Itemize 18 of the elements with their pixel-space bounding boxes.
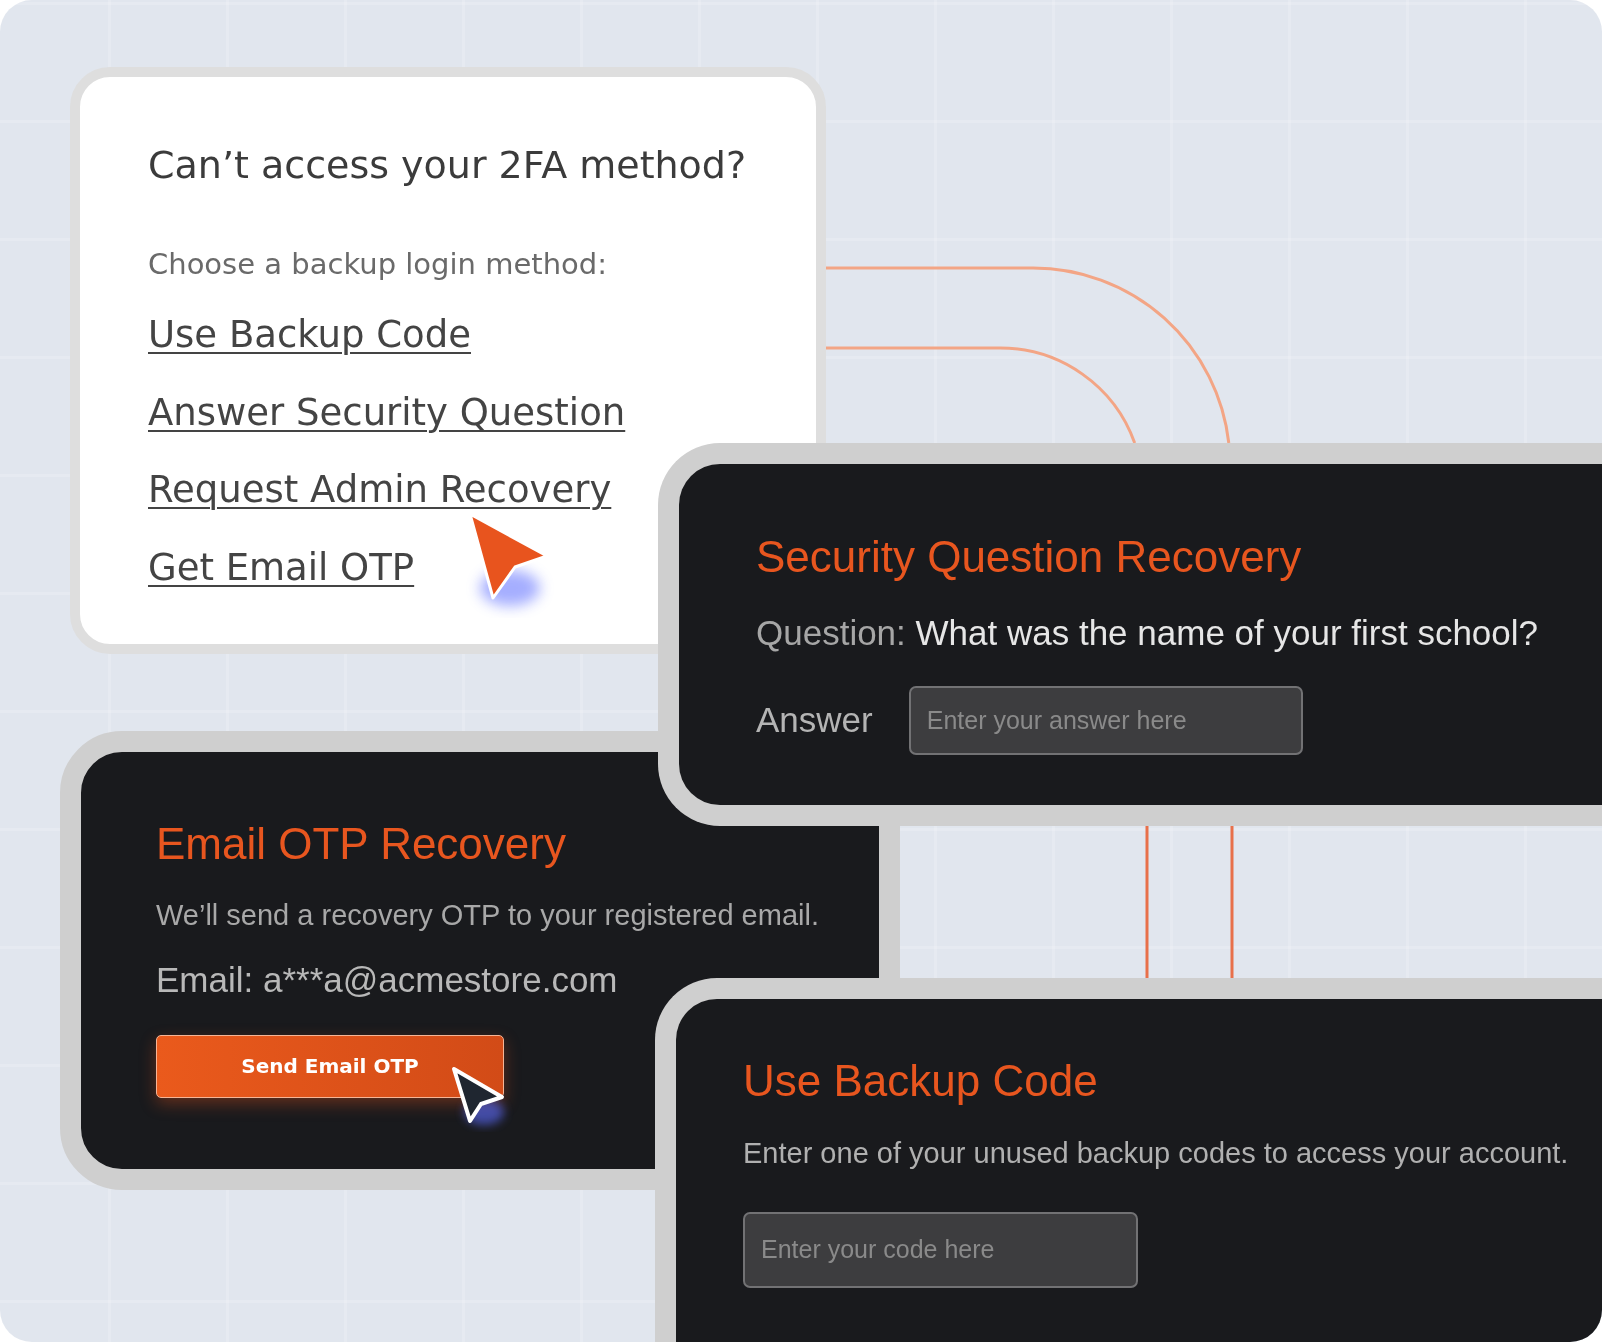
answer-label: Answer bbox=[756, 699, 873, 742]
card-title: Email OTP Recovery bbox=[156, 818, 566, 870]
card-title: Can’t access your 2FA method? bbox=[148, 143, 747, 189]
method-link[interactable]: Answer Security Question bbox=[148, 390, 626, 436]
email-text: Email: a***a@acmestore.com bbox=[156, 958, 618, 1001]
description-text: We’ll send a recovery OTP to your registered email. bbox=[156, 897, 819, 933]
card-title: Security Question Recovery bbox=[756, 531, 1302, 583]
code-field[interactable]: Enter your code here bbox=[743, 1211, 1138, 1288]
method-link[interactable]: Get Email OTP bbox=[148, 545, 415, 590]
prompt-text: Choose a backup login method: bbox=[148, 246, 607, 282]
question-label: Question: bbox=[756, 612, 906, 652]
question-text: What was the name of your first school? bbox=[915, 612, 1539, 652]
send-otp-button[interactable]: Send Email OTP bbox=[156, 1034, 504, 1098]
answer-field[interactable]: Enter your answer here bbox=[908, 685, 1303, 755]
description-text: Enter one of your unused backup codes to access your account. bbox=[743, 1135, 1569, 1171]
method-link[interactable]: Request Admin Recovery bbox=[148, 468, 612, 513]
card-title: Use Backup Code bbox=[743, 1055, 1098, 1107]
method-link[interactable]: Use Backup Code bbox=[148, 313, 471, 358]
